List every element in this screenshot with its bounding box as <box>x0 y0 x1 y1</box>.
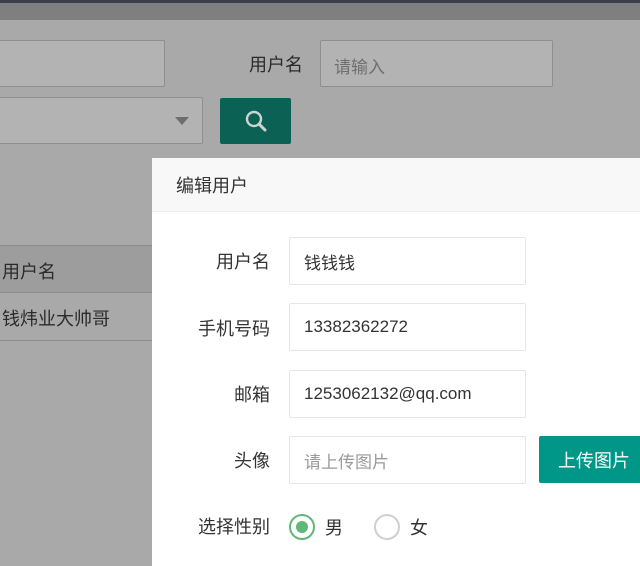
gender-radio-male[interactable]: 男 <box>289 514 343 540</box>
avatar-field[interactable]: 请上传图片 <box>289 436 526 484</box>
username-label: 用户名 <box>216 252 270 273</box>
filter-username-label: 用户名 <box>249 55 303 76</box>
top-bar <box>0 0 640 20</box>
email-label: 邮箱 <box>234 385 270 406</box>
dialog-title: 编辑用户 <box>176 175 248 197</box>
search-icon <box>245 110 266 132</box>
table-header: 用户名 <box>0 245 152 293</box>
edit-user-dialog: 编辑用户 用户名 钱钱钱 手机号码 13382362272 邮箱 1253062… <box>152 158 640 566</box>
avatar-label: 头像 <box>234 451 270 472</box>
chevron-down-icon <box>175 117 189 125</box>
username-field[interactable]: 钱钱钱 <box>289 237 526 285</box>
filter-username-input[interactable]: 请输入 <box>320 40 553 87</box>
upload-image-button[interactable]: 上传图片 <box>539 436 640 483</box>
radio-unchecked-icon <box>374 514 400 540</box>
dialog-header: 编辑用户 <box>152 158 640 212</box>
table-header-username: 用户名 <box>2 262 56 283</box>
phone-label: 手机号码 <box>198 319 270 340</box>
table-cell-username: 钱炜业大帅哥 <box>2 309 110 330</box>
table-row[interactable]: 钱炜业大帅哥 <box>0 293 152 341</box>
filter-input-left[interactable] <box>0 40 165 87</box>
radio-checked-icon <box>289 514 315 540</box>
search-button[interactable] <box>220 98 291 144</box>
filter-select[interactable] <box>0 97 203 144</box>
gender-option-female: 女 <box>410 518 428 539</box>
email-field[interactable]: 1253062132@qq.com <box>289 370 526 418</box>
filter-username-placeholder: 请输入 <box>334 58 385 78</box>
gender-radio-female[interactable]: 女 <box>374 514 428 540</box>
phone-field[interactable]: 13382362272 <box>289 303 526 351</box>
gender-option-male: 男 <box>325 518 343 539</box>
gender-label: 选择性别 <box>198 517 270 538</box>
